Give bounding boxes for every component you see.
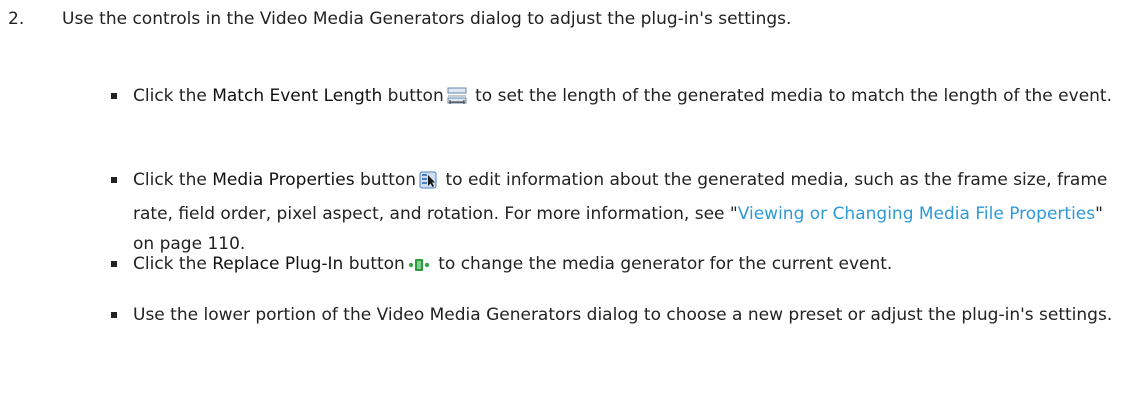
ui-term: Replace Plug-In — [212, 254, 344, 274]
bullet-text-segment: Click the — [133, 254, 213, 274]
bullet-marker — [111, 93, 117, 99]
bullet-text-segment: Click the — [133, 86, 213, 106]
bullet-text-segment: to set the length of the generated media… — [469, 86, 1112, 106]
bullet-text-segment: button — [354, 170, 417, 190]
cross-reference-link[interactable]: Viewing or Changing Media File Propertie… — [738, 204, 1095, 224]
bullet-text: Click the Media Properties button to edi… — [133, 165, 1113, 259]
step-text: Use the controls in the Video Media Gene… — [62, 9, 792, 29]
step-number: 2. — [8, 9, 25, 29]
bullet-text-segment: button — [343, 254, 405, 274]
ui-term: Match Event Length — [212, 86, 383, 106]
bullet-text: Click the Replace Plug-In button to chan… — [133, 249, 1113, 283]
bullet-marker — [111, 177, 117, 183]
media-properties-icon — [419, 169, 437, 199]
bullet-text-segment: Click the — [133, 170, 213, 190]
bullet-text-segment: button — [382, 86, 444, 106]
match-event-length-icon — [447, 85, 467, 115]
replace-plug-in-icon — [408, 253, 430, 283]
ui-term: Media Properties — [212, 170, 355, 190]
bullet-text-segment: to change the media generator for the cu… — [432, 254, 893, 274]
bullet-text: Click the Match Event Length button to s… — [133, 81, 1113, 115]
bullet-text: Use the lower portion of the Video Media… — [133, 305, 1113, 325]
bullet-marker — [111, 261, 117, 267]
bullet-marker — [111, 312, 117, 318]
